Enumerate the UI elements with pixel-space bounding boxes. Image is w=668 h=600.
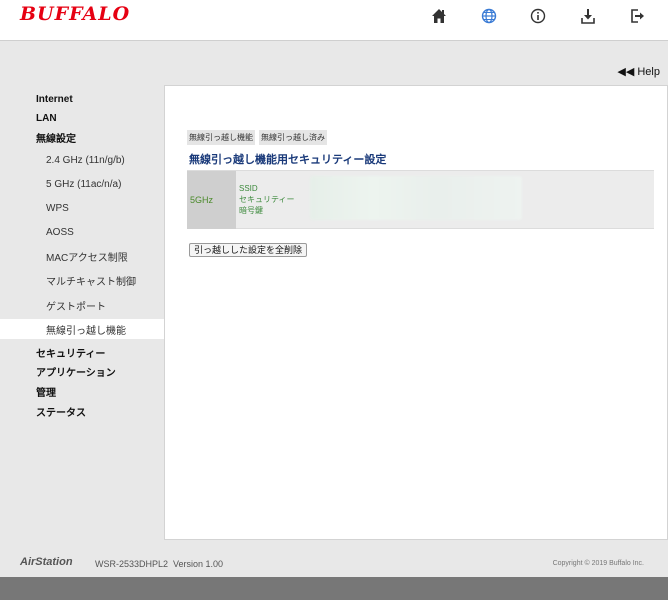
sidebar-item-guest-port[interactable]: ゲストポート: [0, 295, 164, 315]
buffalo-logo: BUFFALO: [20, 3, 131, 25]
logout-icon[interactable]: [626, 5, 648, 27]
breadcrumb-item-migration-function[interactable]: 無線引っ越し機能: [187, 130, 255, 145]
sidebar-item-status[interactable]: ステータス: [0, 401, 164, 421]
sidebar-item-24ghz[interactable]: 2.4 GHz (11n/g/b): [0, 150, 164, 170]
delete-all-migrated-settings-button[interactable]: 引っ越しした設定を全削除: [189, 243, 308, 257]
globe-icon[interactable]: [478, 5, 500, 27]
sidebar-item-5ghz[interactable]: 5 GHz (11ac/n/a): [0, 174, 164, 194]
sidebar-item-lan[interactable]: LAN: [0, 108, 164, 128]
field-labels: SSID セキュリティー 暗号鍵: [239, 183, 295, 216]
sidebar-item-internet[interactable]: Internet: [0, 89, 164, 109]
sidebar-item-admin[interactable]: 管理: [0, 381, 164, 401]
home-icon[interactable]: [428, 5, 450, 27]
sidebar-item-multicast[interactable]: マルチキャスト制御: [0, 270, 164, 290]
migration-settings-row: 5GHz SSID セキュリティー 暗号鍵: [187, 170, 654, 229]
sidebar-item-mac-filter[interactable]: MACアクセス制限: [0, 246, 164, 266]
footer: AirStation WSR-2533DHPL2 Version 1.00 Co…: [0, 540, 668, 577]
sidebar-item-aoss[interactable]: AOSS: [0, 222, 164, 242]
bottom-bar: [0, 577, 668, 600]
sidebar-item-wps[interactable]: WPS: [0, 198, 164, 218]
ssid-label: SSID: [239, 184, 258, 193]
sidebar-item-security[interactable]: セキュリティー: [0, 342, 164, 362]
sidebar-item-wireless[interactable]: 無線設定: [0, 127, 164, 147]
breadcrumb-item-migrated[interactable]: 無線引っ越し済み: [259, 130, 327, 145]
top-header: BUFFALO: [0, 0, 668, 41]
info-icon[interactable]: [527, 5, 549, 27]
band-label: 5GHz: [187, 171, 236, 229]
download-icon[interactable]: [577, 5, 599, 27]
section-title: 無線引っ越し機能用セキュリティー設定: [189, 154, 387, 166]
redacted-values: [310, 176, 522, 220]
breadcrumb: 無線引っ越し機能 無線引っ越し済み: [187, 130, 327, 145]
sidebar-item-applications[interactable]: アプリケーション: [0, 361, 164, 381]
copyright: Copyright © 2019 Buffalo Inc.: [552, 560, 644, 567]
model-version: WSR-2533DHPL2 Version 1.00: [95, 559, 224, 569]
sidebar-item-wireless-migration[interactable]: 無線引っ越し機能: [0, 319, 164, 339]
encryption-key-label: 暗号鍵: [239, 206, 263, 215]
airstation-logo: AirStation: [20, 556, 73, 568]
main-content-panel: 無線引っ越し機能 無線引っ越し済み 無線引っ越し機能用セキュリティー設定 5GH…: [164, 85, 668, 540]
help-link[interactable]: ◀◀ Help: [617, 65, 660, 78]
security-label: セキュリティー: [239, 195, 295, 204]
